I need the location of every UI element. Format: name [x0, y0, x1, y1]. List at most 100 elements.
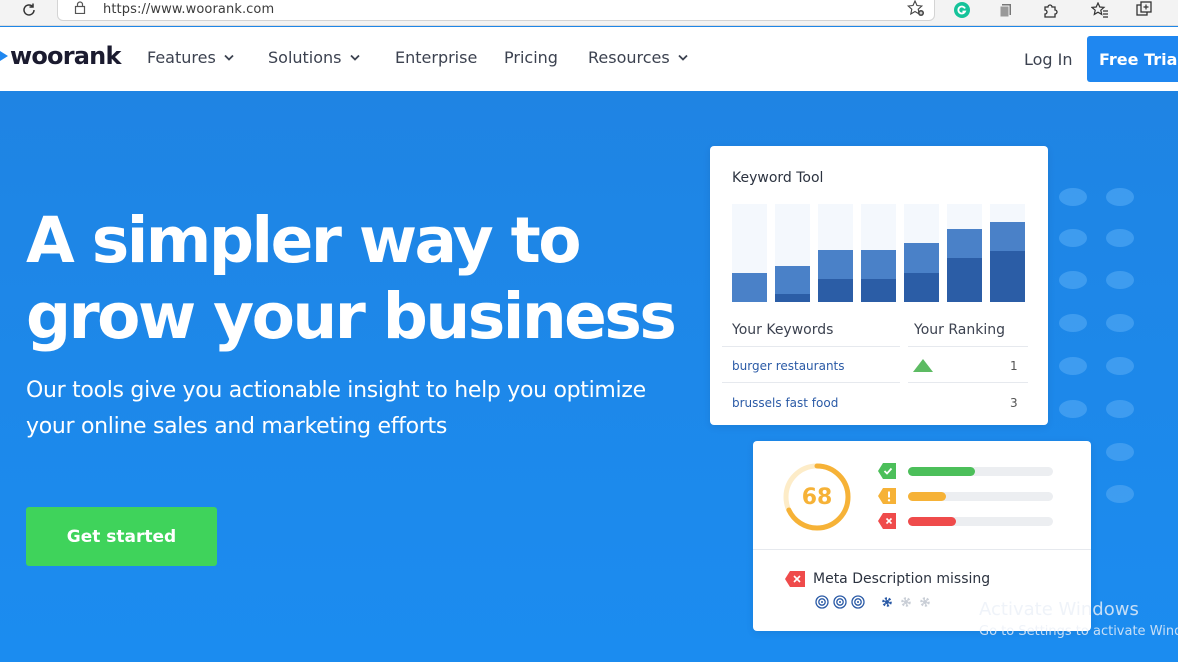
decorative-dot: [1106, 443, 1134, 461]
decorative-dot: [1106, 271, 1134, 289]
nav-pricing[interactable]: Pricing: [504, 48, 558, 67]
keyword-bar: [990, 204, 1025, 302]
decorative-dot: [1059, 229, 1087, 247]
nav-enterprise-label: Enterprise: [395, 48, 478, 67]
score-value: 68: [801, 484, 833, 510]
stat-error: [878, 513, 1053, 529]
check-badge-icon: [878, 463, 896, 479]
your-keywords-header: Your Keywords: [732, 322, 834, 338]
nav-solutions[interactable]: Solutions: [268, 48, 360, 67]
lock-icon: [74, 1, 86, 19]
keyword-tool-card: Keyword Tool Your Keywords Your Ranking …: [710, 146, 1048, 425]
card-divider: [753, 549, 1091, 550]
nav-resources-label: Resources: [588, 48, 670, 67]
url-text[interactable]: https://www.woorank.com: [103, 2, 274, 17]
keyword-row-2: brussels fast food: [732, 396, 839, 410]
login-link[interactable]: Log In: [1024, 50, 1073, 69]
nav-solutions-label: Solutions: [268, 48, 342, 67]
gear-icon: [882, 597, 892, 607]
stat-error-bar: [908, 517, 956, 526]
free-trial-button[interactable]: Free Trial: [1087, 36, 1178, 82]
collections-extension-icon[interactable]: [997, 1, 1015, 19]
nav-resources[interactable]: Resources: [588, 48, 688, 67]
keyword-bar: [818, 204, 853, 302]
decorative-dot: [1059, 357, 1087, 375]
extensions-puzzle-icon[interactable]: [1041, 1, 1059, 19]
browser-toolbar: https://www.woorank.com: [0, 0, 1178, 26]
keyword-bar-segment-dark: [775, 294, 810, 302]
activate-windows-hint: Go to Settings to activate Windows.: [979, 624, 1178, 639]
stat-pass: [878, 463, 1053, 479]
row-divider: [908, 346, 1028, 347]
keyword-bars: [732, 204, 1028, 302]
rank-up-arrow-icon: [913, 359, 933, 372]
hero-headline-line1: A simpler way to: [26, 204, 582, 277]
decorative-dot: [1059, 314, 1087, 332]
keyword-bar: [732, 204, 767, 302]
reload-icon[interactable]: [18, 0, 40, 20]
hero-headline: A simpler way to grow your business: [26, 203, 686, 355]
get-started-button[interactable]: Get started: [26, 507, 217, 566]
grammarly-icon[interactable]: [953, 1, 971, 19]
collections-icon[interactable]: [1135, 1, 1153, 19]
site-header: woorank Features Solutions Enterprise Pr…: [0, 27, 1178, 91]
error-badge-icon: [878, 513, 896, 529]
decorative-dot: [1059, 188, 1087, 206]
activate-windows-watermark: Activate Windows: [979, 599, 1139, 620]
logo-text: woorank: [10, 42, 121, 70]
add-favorite-icon[interactable]: [906, 0, 925, 22]
keyword-bar-segment: [732, 273, 767, 302]
keyword-row-1: burger restaurants: [732, 359, 845, 373]
hero-subtitle-line2: your online sales and marketing efforts: [26, 414, 447, 439]
your-ranking-header: Your Ranking: [914, 322, 1005, 338]
stat-warning-bar: [908, 492, 946, 501]
rank-row-2: 3: [1010, 396, 1018, 410]
keyword-bar: [861, 204, 896, 302]
hero-subtitle: Our tools give you actionable insight to…: [26, 373, 686, 445]
chevron-down-icon: [678, 54, 688, 61]
decorative-dot: [1106, 188, 1134, 206]
row-divider: [722, 382, 900, 383]
row-divider: [722, 346, 900, 347]
logo-mark-icon: [0, 51, 8, 61]
chevron-down-icon: [224, 54, 234, 61]
error-badge-icon: [785, 571, 805, 587]
hero-headline-line2: grow your business: [26, 280, 677, 353]
stat-warning: [878, 488, 1053, 504]
keyword-bar-segment-dark: [861, 279, 896, 302]
gear-icon: [920, 597, 930, 607]
row-divider: [908, 382, 1028, 383]
decorative-dot: [1106, 357, 1134, 375]
nav-enterprise[interactable]: Enterprise: [395, 48, 477, 67]
address-bar[interactable]: https://www.woorank.com: [57, 0, 935, 21]
decorative-dot: [1059, 271, 1087, 289]
rank-row-1: 1: [1010, 359, 1018, 373]
decorative-dot: [1106, 485, 1134, 503]
hero-subtitle-line1: Our tools give you actionable insight to…: [26, 378, 646, 403]
keyword-bar: [904, 204, 939, 302]
decorative-dot: [1059, 400, 1087, 418]
target-icon: [851, 595, 865, 609]
keyword-bar-segment-dark: [947, 258, 982, 302]
keyword-bar-segment-dark: [904, 273, 939, 302]
target-icon: [815, 595, 829, 609]
favorites-icon[interactable]: [1091, 1, 1109, 19]
warning-badge-icon: [878, 488, 896, 504]
keyword-bar: [775, 204, 810, 302]
nav-features-label: Features: [147, 48, 216, 67]
decorative-dot: [1106, 400, 1134, 418]
nav-features[interactable]: Features: [147, 48, 234, 67]
target-icon: [833, 595, 847, 609]
meta-description-issue: Meta Description missing: [813, 571, 991, 587]
chevron-down-icon: [349, 54, 360, 61]
woorank-logo[interactable]: woorank: [0, 42, 121, 70]
decorative-dot: [1106, 229, 1134, 247]
hero-section: A simpler way to grow your business Our …: [0, 91, 1178, 662]
stat-pass-bar: [908, 467, 975, 476]
keyword-tool-title: Keyword Tool: [732, 170, 824, 186]
keyword-bar-segment-dark: [818, 279, 853, 302]
keyword-bar-segment-dark: [990, 251, 1025, 302]
gear-icon: [901, 597, 911, 607]
nav-pricing-label: Pricing: [504, 48, 558, 67]
decorative-dot: [1106, 314, 1134, 332]
